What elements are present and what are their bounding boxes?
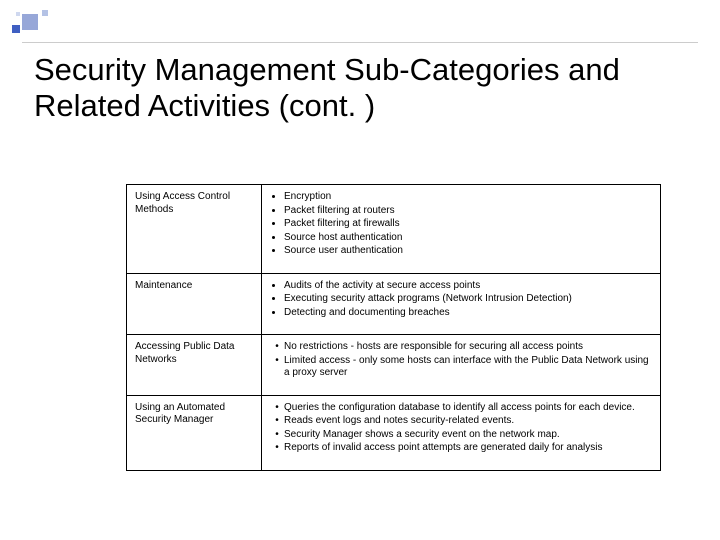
slide: Security Management Sub-Categories and R… [0, 0, 720, 540]
list-item: Queries the configuration database to id… [284, 402, 652, 415]
category-cell: Using an Automated Security Manager [127, 395, 262, 470]
list-item: No restrictions - hosts are responsible … [284, 341, 652, 354]
content-table: Using Access Control Methods Encryption … [126, 184, 661, 471]
activities-cell: •Queries the configuration database to i… [262, 395, 661, 470]
category-cell: Using Access Control Methods [127, 185, 262, 274]
horizontal-rule [22, 42, 698, 43]
list-item: Encryption [284, 191, 652, 204]
list-item: Executing security attack programs (Netw… [284, 293, 652, 306]
list-item: Source user authentication [284, 245, 652, 258]
table-row: Accessing Public Data Networks •No restr… [127, 335, 661, 396]
category-cell: Maintenance [127, 273, 262, 335]
activities-cell: •No restrictions - hosts are responsible… [262, 335, 661, 396]
list-item: Detecting and documenting breaches [284, 307, 652, 320]
table-row: Maintenance Audits of the activity at se… [127, 273, 661, 335]
content-table-wrap: Using Access Control Methods Encryption … [126, 184, 661, 471]
list-item: Packet filtering at routers [284, 205, 652, 218]
list-item: Reports of invalid access point attempts… [284, 442, 652, 455]
table-row: Using an Automated Security Manager •Que… [127, 395, 661, 470]
list-item: Packet filtering at firewalls [284, 218, 652, 231]
table-row: Using Access Control Methods Encryption … [127, 185, 661, 274]
activities-cell: Audits of the activity at secure access … [262, 273, 661, 335]
list-item: Reads event logs and notes security-rela… [284, 415, 652, 428]
list-item: Security Manager shows a security event … [284, 429, 652, 442]
corner-decoration [12, 10, 72, 46]
list-item: Source host authentication [284, 232, 652, 245]
list-item: Audits of the activity at secure access … [284, 280, 652, 293]
activities-cell: Encryption Packet filtering at routers P… [262, 185, 661, 274]
slide-title: Security Management Sub-Categories and R… [34, 52, 720, 123]
category-cell: Accessing Public Data Networks [127, 335, 262, 396]
list-item: Limited access - only some hosts can int… [284, 355, 652, 380]
